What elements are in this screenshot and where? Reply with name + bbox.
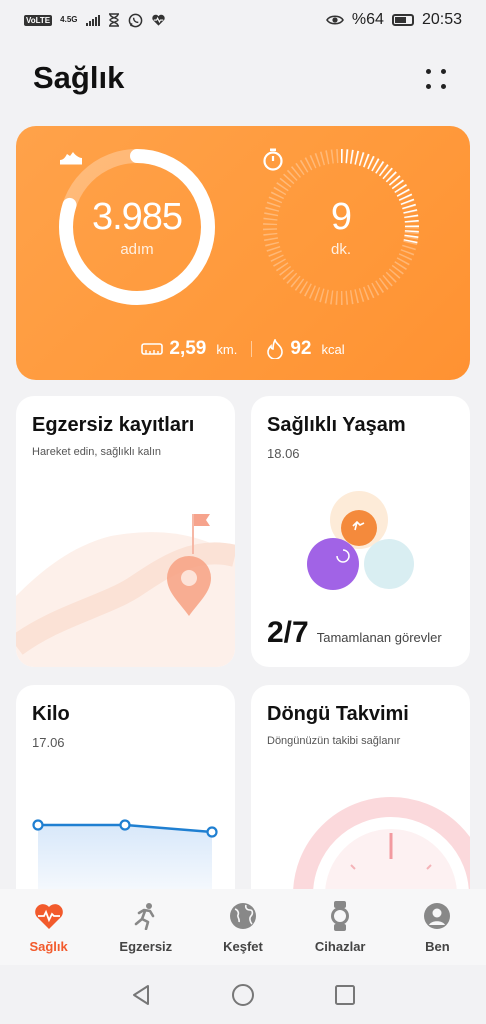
tasks-count: 2/7: [267, 616, 309, 649]
heart-rate-icon: [151, 14, 165, 26]
weight-point: [32, 819, 44, 831]
running-icon: [134, 903, 155, 930]
person-icon: [424, 903, 451, 929]
weight-card-title: Kilo: [32, 703, 70, 725]
weight-card-date: 17.06: [32, 735, 65, 750]
summary-stats: 2,59 km. 92 kcal: [16, 338, 470, 360]
minutes-label: dk.: [330, 240, 351, 258]
weight-point: [119, 819, 131, 831]
watch-icon: [331, 901, 350, 931]
battery-icon: [391, 14, 414, 26]
distance-value: 2,59: [169, 338, 207, 359]
more-options-button[interactable]: [418, 62, 454, 98]
volte-indicator: VoLTE: [24, 14, 53, 26]
activity-summary-card[interactable]: 3.985 adım 9 dk. 2,59 km. 92 kcal: [16, 126, 470, 380]
nav-item-saglik[interactable]: Sağlık: [0, 889, 97, 965]
calories-stat: 92 kcal: [266, 338, 345, 360]
calories-value: 92: [290, 338, 312, 359]
bottom-navigation: Sağlık Egzersiz Keşfet Cihazlar Ben: [0, 889, 486, 965]
exercise-records-card[interactable]: Egzersiz kayıtları Hareket edin, sağlıkl…: [16, 396, 235, 667]
healthy-living-title: Sağlıklı Yaşam: [267, 414, 406, 436]
tasks-summary: 2/7 Tamamlanan görevler: [267, 616, 442, 650]
battery-percent: %64: [351, 11, 384, 28]
nav-label-kesfet: Keşfet: [223, 939, 263, 954]
cycle-calendar-card[interactable]: Döngü Takvimi Döngünüzün takibi sağlanır: [251, 685, 470, 889]
nav-item-kesfet[interactable]: Keşfet: [194, 889, 291, 965]
nav-item-ben[interactable]: Ben: [389, 889, 486, 965]
whatsapp-icon: [128, 13, 142, 27]
distance-unit: km.: [216, 341, 238, 357]
exercise-card-title: Egzersiz kayıtları: [32, 414, 195, 436]
recents-square-icon[interactable]: [331, 981, 359, 1009]
status-bar: VoLTE 4.5G %64 20:53: [0, 0, 486, 40]
system-navigation-bar: [0, 965, 486, 1024]
healthy-living-card[interactable]: Sağlıklı Yaşam 18.06 2/7 Tamamlanan göre…: [251, 396, 470, 667]
cycle-card-subtitle: Döngünüzün takibi sağlanır: [267, 735, 401, 747]
exercise-card-subtitle: Hareket edin, sağlıklı kalın: [32, 446, 162, 458]
tasks-label: Tamamlanan görevler: [316, 630, 442, 645]
globe-icon: [230, 903, 256, 929]
nav-item-cihazlar[interactable]: Cihazlar: [292, 889, 389, 965]
nav-item-egzersiz[interactable]: Egzersiz: [97, 889, 194, 965]
minutes-ring: 9 dk.: [262, 148, 420, 306]
steps-ring: 3.985 adım: [58, 148, 216, 306]
healthy-living-date: 18.06: [267, 446, 300, 461]
cycle-dial-illustration: [293, 797, 470, 889]
cycle-card-title: Döngü Takvimi: [267, 703, 409, 725]
heart-pulse-icon: [34, 903, 63, 929]
health-app-screen: VoLTE 4.5G %64 20:53 Sağlık 3.985 adım 9…: [0, 0, 486, 1024]
minutes-value: 9: [330, 195, 352, 238]
stopwatch-icon: [263, 148, 283, 171]
eye-comfort-icon: [325, 15, 344, 25]
health-circles-illustration: [307, 491, 414, 590]
weight-trend-chart: [32, 819, 218, 889]
steps-label: adım: [120, 240, 154, 258]
nav-label-ben: Ben: [425, 939, 450, 954]
back-triangle-icon[interactable]: [127, 981, 155, 1009]
nav-label-saglik: Sağlık: [29, 939, 68, 954]
page-title: Sağlık: [33, 60, 125, 95]
route-map-illustration: [16, 514, 235, 667]
ruler-icon: [141, 343, 164, 355]
clock: 20:53: [421, 11, 462, 28]
nav-label-cihazlar: Cihazlar: [314, 939, 366, 954]
home-circle-icon[interactable]: [229, 981, 257, 1009]
weight-point: [206, 826, 218, 838]
stats-divider: [251, 341, 253, 357]
hourglass-icon: [108, 13, 119, 27]
weight-card[interactable]: Kilo 17.06: [16, 685, 235, 889]
calories-unit: kcal: [321, 341, 345, 357]
flame-icon: [267, 339, 284, 359]
nav-label-egzersiz: Egzersiz: [119, 939, 173, 954]
distance-stat: 2,59 km.: [141, 338, 237, 360]
network-type: 4.5G: [60, 15, 78, 24]
signal-icon: [85, 14, 100, 26]
steps-value: 3.985: [91, 195, 183, 238]
shoe-icon: [60, 152, 82, 165]
